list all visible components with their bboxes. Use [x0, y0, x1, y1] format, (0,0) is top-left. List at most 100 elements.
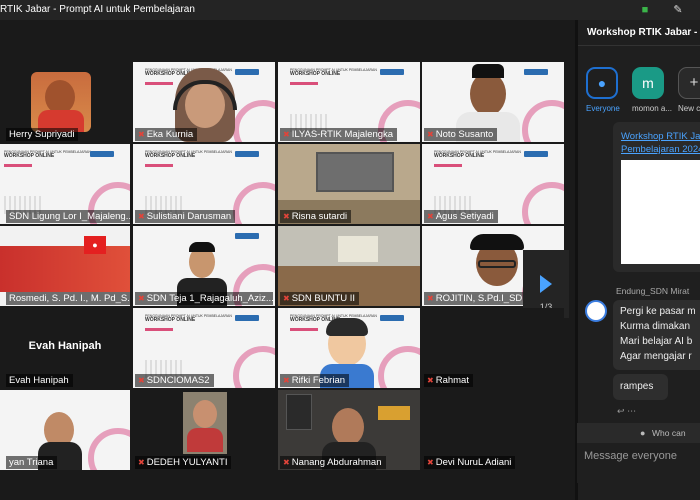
- logo: [524, 69, 548, 75]
- classroom-whiteboard: [316, 152, 394, 192]
- avatar: [585, 300, 607, 322]
- window-title: RTIK Jabar - Prompt AI untuk Pembelajara…: [0, 4, 195, 15]
- participant-name: Herry Supriyadi: [6, 128, 79, 141]
- logo: [380, 69, 404, 75]
- mic-muted-icon: ✖: [138, 458, 145, 467]
- participant-name: ✖ Risna sutardi: [280, 210, 352, 223]
- participant-name: ✖ Devi NuruL Adiani: [424, 456, 516, 469]
- title-bar: RTIK Jabar - Prompt AI untuk Pembelajara…: [0, 0, 700, 20]
- participant-name: ✖ Sulistiani Darusman: [135, 210, 236, 223]
- logo: [524, 151, 548, 157]
- recipient-label: Everyone: [586, 104, 620, 113]
- participant-tile[interactable]: ✖ SDN BUNTU II: [278, 226, 420, 306]
- message-actions: ↩ ⋯: [617, 406, 636, 417]
- participant-name: ✖ Nanang Abdurahman: [280, 456, 386, 469]
- person-icon: ●: [640, 428, 646, 438]
- plus-icon: +: [689, 74, 699, 91]
- recipient-label: momon a...: [632, 104, 673, 113]
- mic-muted-icon: ✖: [427, 294, 434, 303]
- participant-tile[interactable]: PENGGUNAAN PROMPT AI UNTUK PEMBELAJARAN W…: [278, 308, 420, 388]
- chat-message: rampes: [613, 374, 668, 400]
- participant-name: ✖ Rahmat: [424, 374, 473, 387]
- participant-tile[interactable]: ✖ Rahmat: [422, 308, 564, 388]
- participant-name: ✖ SDN BUNTU II: [280, 292, 360, 305]
- participant-tile[interactable]: Evah Hanipah Evah Hanipah: [0, 308, 130, 388]
- chat-sender-name: Endung_SDN Mirat: [616, 286, 690, 296]
- participant-name: Rosmedi, S. Pd. I., M. Pd_S...: [6, 292, 130, 305]
- banner-image: [0, 246, 130, 292]
- slide-header: PENGGUNAAN PROMPT AI UNTUK PEMBELAJARAN W…: [4, 150, 91, 159]
- mic-muted-icon: ✖: [427, 130, 434, 139]
- participant-tile[interactable]: ✖ Noto Susanto: [422, 62, 564, 142]
- participant-tile[interactable]: yan Triana: [0, 390, 130, 470]
- participant-name: ✖ ILYAS-RTIK Majalengka: [280, 128, 398, 141]
- participant-name: ✖ Agus Setiyadi: [424, 210, 498, 223]
- participant-name: SDN Ligung Lor I_Majaleng...: [6, 210, 130, 223]
- participant-tile[interactable]: PENGGUNAAN PROMPT AI UNTUK PEMBELAJARAN W…: [0, 144, 130, 224]
- participant-tile[interactable]: PENGGUNAAN PROMPT AI UNTUK PEMBELAJARAN W…: [278, 62, 420, 142]
- participant-name: ✖ Rifki Febrian: [280, 374, 350, 387]
- chat-message: Pergi ke pasar m Kurma dimakan Mari bela…: [613, 300, 700, 370]
- paw-icon: ●: [597, 75, 607, 91]
- mic-muted-icon: ✖: [427, 212, 434, 221]
- mic-muted-icon: ✖: [138, 130, 145, 139]
- participant-center-name: Evah Hanipah: [28, 340, 102, 352]
- slide-header: PENGGUNAAN PROMPT AI UNTUK PEMBELAJARAN W…: [290, 68, 377, 77]
- mic-muted-icon: ✖: [427, 376, 434, 385]
- participant-name: Evah Hanipah: [6, 374, 73, 387]
- logo: [235, 69, 259, 75]
- logo: [90, 151, 114, 157]
- mic-muted-icon: ✖: [427, 458, 434, 467]
- participant-tile[interactable]: Herry Supriyadi: [0, 62, 130, 142]
- participant-tile[interactable]: PENGGUNAAN PROMPT AI UNTUK PEMBELAJARAN W…: [133, 144, 275, 224]
- mic-muted-icon: ✖: [138, 212, 145, 221]
- participant-photo: [470, 72, 506, 116]
- mic-muted-icon: ✖: [138, 376, 145, 385]
- slide-header: PENGGUNAAN PROMPT AI UNTUK PEMBELAJARAN W…: [434, 150, 521, 159]
- new-chat-button[interactable]: +: [678, 67, 700, 99]
- participant-tile[interactable]: ✖ SDN Teja 1_Rajagaluh_Aziz...: [133, 226, 275, 306]
- participant-name: ✖ Noto Susanto: [424, 128, 498, 141]
- slide-header: PENGGUNAAN PROMPT AI UNTUK PEMBELAJARAN W…: [145, 314, 232, 323]
- mic-muted-icon: ✖: [283, 130, 290, 139]
- recipient-label: New c: [678, 104, 700, 113]
- mic-muted-icon: ✖: [283, 458, 290, 467]
- participant-tile[interactable]: PENGGUNAAN PROMPT AI UNTUK PEMBELAJARAN W…: [133, 62, 275, 142]
- participant-tile[interactable]: ✖ Risna sutardi: [278, 144, 420, 224]
- participant-name: ✖ Eka Kurnia: [135, 128, 198, 141]
- chat-link[interactable]: Workshop RTIK Ja Pembelajaran 2024: [621, 130, 700, 156]
- mic-muted-icon: ✖: [283, 212, 290, 221]
- who-can-see-bar[interactable]: ● Who can: [577, 423, 700, 443]
- mic-muted-icon: ✖: [138, 294, 145, 303]
- participant-tile[interactable]: ✖ Nanang Abdurahman: [278, 390, 420, 470]
- participant-name: ✖ SDN Teja 1_Rajagaluh_Aziz...: [135, 292, 273, 305]
- participant-name: ✖ DEDEH YULYANTI: [135, 456, 232, 469]
- link-preview-image[interactable]: [621, 160, 700, 264]
- recipient-momon[interactable]: m: [632, 67, 664, 99]
- participant-tile[interactable]: ● Rosmedi, S. Pd. I., M. Pd_S...: [0, 226, 130, 306]
- participant-name: ✖ SDNCIOMAS2: [135, 374, 214, 387]
- edit-icon[interactable]: ✎: [670, 2, 686, 18]
- wall-poster: [286, 394, 312, 430]
- message-input[interactable]: Message everyone: [577, 443, 700, 483]
- mic-muted-icon: ✖: [283, 294, 290, 303]
- participant-name: yan Triana: [6, 456, 58, 469]
- chat-header: Workshop RTIK Jabar - P: [578, 20, 700, 46]
- more-icon[interactable]: ⋯: [627, 406, 636, 416]
- participant-tile[interactable]: PENGGUNAAN PROMPT AI UNTUK PEMBELAJARAN W…: [133, 308, 275, 388]
- logo: [235, 233, 259, 239]
- participant-tile[interactable]: ✖ Devi NuruL Adiani: [422, 390, 564, 470]
- logo: [235, 151, 259, 157]
- mic-muted-icon: ✖: [283, 376, 290, 385]
- video-gallery: Herry Supriyadi PENGGUNAAN PROMPT AI UNT…: [0, 20, 575, 500]
- reply-icon[interactable]: ↩: [617, 406, 625, 416]
- logo: [380, 315, 404, 321]
- participant-tile[interactable]: ✖ DEDEH YULYANTI: [133, 390, 275, 470]
- slide-header: PENGGUNAAN PROMPT AI UNTUK PEMBELAJARAN W…: [145, 150, 232, 159]
- participant-photo: [332, 408, 364, 446]
- participant-tile[interactable]: PENGGUNAAN PROMPT AI UNTUK PEMBELAJARAN W…: [422, 144, 564, 224]
- recipient-everyone[interactable]: ●: [586, 67, 618, 99]
- chevron-right-icon: [540, 275, 552, 293]
- shield-check-icon[interactable]: ■: [637, 2, 653, 18]
- logo: [235, 315, 259, 321]
